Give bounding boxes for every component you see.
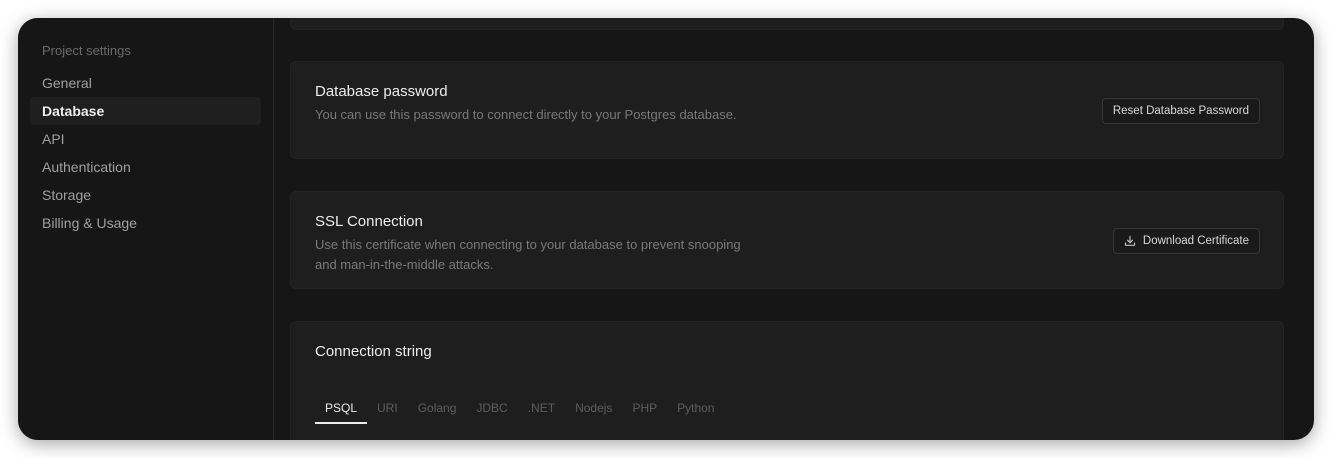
download-certificate-label: Download Certificate [1142, 235, 1249, 247]
reset-database-password-button[interactable]: Reset Database Password [1101, 98, 1260, 124]
sidebar-item-general[interactable]: General [30, 69, 261, 97]
settings-window: Project settings General Database API Au… [18, 18, 1314, 440]
tab-jdbc[interactable]: JDBC [466, 398, 517, 422]
database-password-description: You can use this password to connect dir… [315, 107, 737, 122]
download-certificate-button[interactable]: Download Certificate [1112, 228, 1260, 254]
tab-python[interactable]: Python [667, 398, 724, 422]
ssl-connection-card: SSL Connection Use this certificate when… [290, 191, 1284, 289]
sidebar-item-database[interactable]: Database [30, 97, 261, 125]
reset-database-password-label: Reset Database Password [1112, 105, 1249, 117]
sidebar-item-api[interactable]: API [30, 125, 261, 153]
database-password-card: Database password You can use this passw… [290, 61, 1284, 159]
sidebar: Project settings General Database API Au… [18, 18, 274, 440]
tab-golang[interactable]: Golang [408, 398, 467, 422]
sidebar-heading: Project settings [42, 43, 131, 58]
download-icon [1124, 235, 1136, 247]
tab-dotnet[interactable]: .NET [518, 398, 565, 422]
tab-uri[interactable]: URI [367, 398, 408, 422]
previous-card [290, 18, 1284, 30]
sidebar-nav: General Database API Authentication Stor… [30, 69, 261, 237]
database-password-title: Database password [315, 83, 448, 100]
sidebar-item-storage[interactable]: Storage [30, 181, 261, 209]
sidebar-item-authentication[interactable]: Authentication [30, 153, 261, 181]
connection-string-tabs: PSQL URI Golang JDBC .NET Nodejs PHP Pyt… [315, 398, 724, 424]
tab-nodejs[interactable]: Nodejs [565, 398, 622, 422]
connection-string-title: Connection string [315, 343, 432, 360]
connection-string-card: Connection string PSQL URI Golang JDBC .… [290, 321, 1284, 440]
main-content: Database password You can use this passw… [274, 18, 1314, 440]
sidebar-item-billing-usage[interactable]: Billing & Usage [30, 209, 261, 237]
tab-psql[interactable]: PSQL [315, 398, 368, 424]
tab-php[interactable]: PHP [622, 398, 667, 422]
ssl-connection-title: SSL Connection [315, 213, 423, 230]
ssl-connection-description: Use this certificate when connecting to … [315, 237, 741, 272]
